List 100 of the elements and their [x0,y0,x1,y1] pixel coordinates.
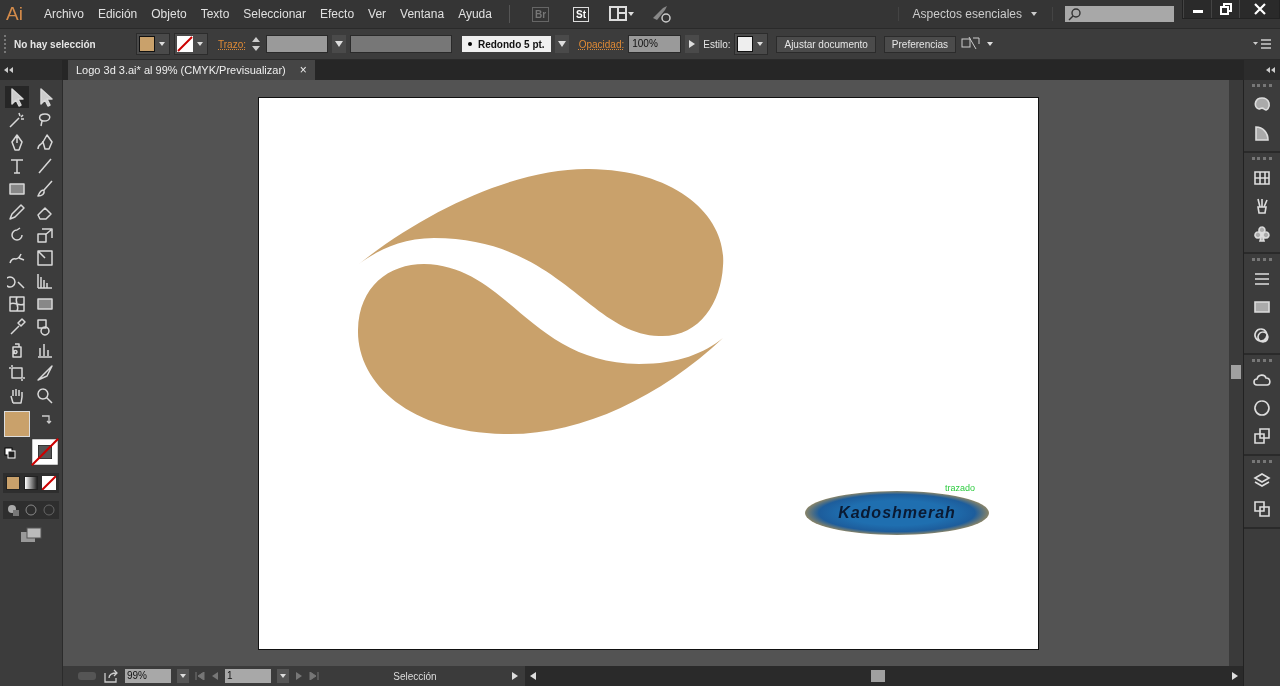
collapse-panel-icon[interactable] [1266,67,1276,73]
scrollbar-thumb[interactable] [871,670,885,682]
search-field[interactable] [1065,6,1174,22]
share-icon[interactable] [103,669,119,683]
gradient-mode-button[interactable] [23,475,39,491]
restore-icon [1219,3,1232,15]
swap-arrows-icon[interactable] [40,413,52,425]
stroke-swatch-dropdown[interactable] [174,33,208,55]
quarter-gradient-icon[interactable] [1252,123,1272,143]
draw-inside-icon [42,503,56,517]
swatch-grid-icon[interactable] [1252,168,1272,188]
zoom-level-field[interactable]: 99% [125,669,171,683]
none-mode-button[interactable] [41,475,57,491]
collapse-panel-icon[interactable] [4,67,14,73]
transform-squares-icon[interactable] [1252,426,1272,446]
menu-item[interactable]: Archivo [36,7,91,21]
close-icon [1253,3,1266,15]
pencil-icon [7,202,27,222]
layout-arrange-icon[interactable] [609,5,636,23]
toolbar-button[interactable]: Ajustar documento [776,35,876,53]
stepper-arrows-icon[interactable] [249,35,262,53]
none-swatch-icon [42,476,56,490]
fill-color-swatch [139,36,155,52]
menu-item[interactable]: Ver [361,7,394,21]
tab-close-button[interactable]: × [299,63,307,77]
stroke-weight-dropdown[interactable] [331,35,346,53]
status-menu-arrow-icon[interactable] [511,671,519,681]
artboard-number-field[interactable]: 1 [225,669,271,683]
draw-normal-icon [6,503,20,517]
toolbar-button[interactable]: Preferencias [883,35,956,53]
opacity-slider-button[interactable] [685,35,700,53]
screen-mode-icon[interactable] [20,527,42,543]
app-logo: Ai [6,3,23,25]
scrollbar-thumb[interactable] [1231,365,1241,379]
brush-dropdown[interactable]: Redondo 5 pt. [461,36,551,52]
last-artboard-icon[interactable] [309,672,319,680]
graphic-style-dropdown[interactable] [734,33,769,55]
artboard-dropdown[interactable] [277,669,289,683]
app-launch-button[interactable]: St [573,6,590,22]
dropdown-arrow-icon[interactable] [986,41,994,47]
current-tool-status: Selección [392,670,438,682]
default-colors-icon[interactable] [4,447,16,459]
minimize-button[interactable] [1183,0,1211,18]
menu-item[interactable]: Texto [193,7,237,21]
workspace-switcher[interactable]: Aspectos esenciales [912,7,1022,21]
menu-item[interactable]: Objeto [144,7,194,21]
dropdown-arrow-icon [179,673,187,679]
dropdown-arrow-icon[interactable] [1030,11,1038,17]
paintbrush-icon [35,179,55,199]
artboard-icon [7,363,27,383]
scale-icon [35,225,55,245]
style-label: Estilo: [703,38,731,50]
scroll-right-icon[interactable] [1231,671,1239,681]
selection-status: No hay selección [14,38,97,50]
dropdown-arrow-icon [756,41,765,47]
menu-item[interactable]: Ayuda [451,7,499,21]
next-artboard-icon[interactable] [295,672,303,680]
document-tab[interactable]: Logo 3d 3.ai* al 99% (CMYK/Previsualizar) × [68,60,315,80]
drawing-modes-bar[interactable] [3,501,59,519]
curvature-pen-icon [35,133,55,153]
zoom-magnifier-icon [35,386,55,406]
badge-text: Kadoshmerah [838,504,956,522]
tool-button[interactable] [5,86,29,108]
menu-item[interactable]: Seleccionar [236,7,314,21]
opacity-link-label[interactable]: Opacidad: [578,38,625,50]
stroke-weight-field[interactable] [265,35,328,53]
previous-artboard-icon[interactable] [211,672,219,680]
restore-button[interactable] [1211,0,1239,18]
transparency-circles-icon[interactable] [1252,325,1272,345]
mesh-icon [7,294,27,314]
club-icon[interactable] [1252,224,1272,244]
free-transform-icon [35,248,55,268]
first-artboard-icon[interactable] [195,672,205,680]
dropdown-arrow-icon [556,40,567,48]
magic-wand-icon [7,110,27,130]
menu-item[interactable]: Ventana [393,7,452,21]
smart-guide-label: trazado [945,483,976,493]
dropdown-arrow-icon [158,41,166,47]
variable-width-dropdown[interactable] [349,35,452,53]
scroll-left-icon[interactable] [529,671,537,681]
play-arrow-icon [688,39,697,49]
artboards-icon[interactable] [1252,499,1272,519]
stroke-link-label[interactable]: Trazo: [218,38,246,50]
gpu-indicator-icon [77,670,97,682]
line-segment-icon [35,156,55,176]
zoom-dropdown[interactable] [177,669,189,683]
horizontal-scrollbar[interactable] [525,666,1243,686]
menu-item[interactable]: Efecto [313,7,362,21]
opacity-field[interactable]: 100% [628,35,682,53]
close-button[interactable] [1239,0,1279,18]
slice-knife-icon [35,363,55,383]
fill-color-box[interactable] [4,411,30,437]
vertical-scrollbar[interactable] [1229,80,1243,666]
menu-item[interactable]: Edición [90,7,145,21]
dropdown-arrow-icon [196,41,204,47]
no-stroke-box-icon[interactable] [31,438,59,466]
fill-swatch-dropdown[interactable] [136,33,170,55]
panel-menu-icon[interactable] [1252,37,1272,51]
color-mode-button[interactable] [5,475,21,491]
no-stroke-swatch-icon [177,36,193,52]
